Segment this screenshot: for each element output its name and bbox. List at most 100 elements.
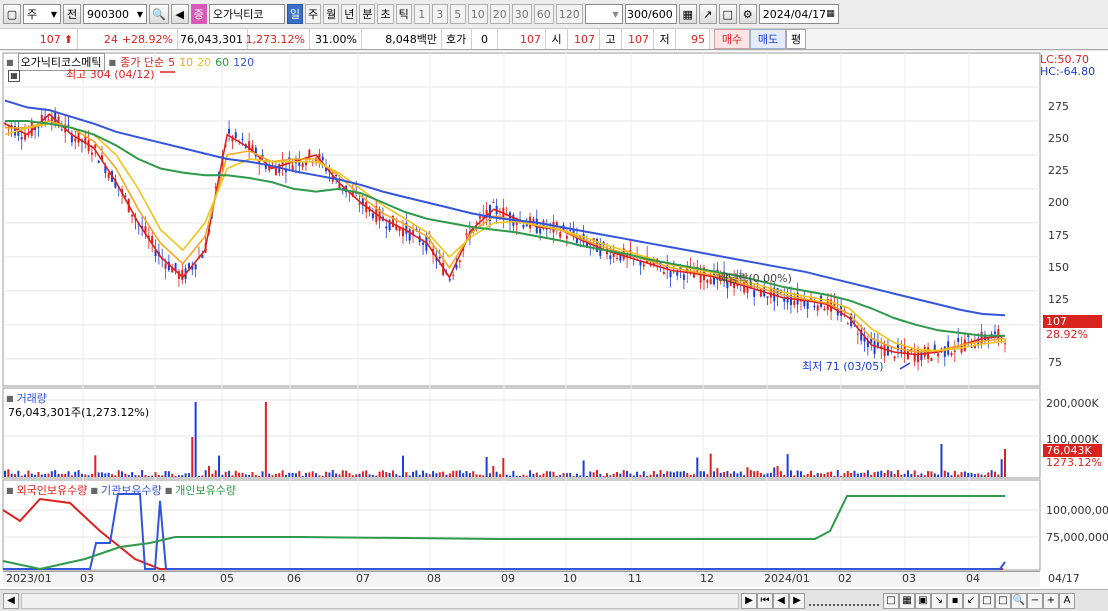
ma-legend-10[interactable]: 10 bbox=[179, 56, 193, 69]
minute-option-30[interactable]: 30 bbox=[511, 4, 532, 24]
ma-legend-60[interactable]: 60 bbox=[215, 56, 229, 69]
volume-bar bbox=[482, 475, 485, 477]
volume-bar bbox=[70, 475, 73, 477]
custom-interval-select[interactable]: ▼ bbox=[584, 4, 623, 24]
minute-option-1[interactable]: 1 bbox=[413, 4, 430, 24]
view-tool-3-icon[interactable]: ▣ bbox=[915, 592, 931, 609]
scroll-left-icon[interactable]: ◀ bbox=[3, 592, 19, 609]
prev-button[interactable]: 전 bbox=[63, 4, 81, 24]
zoom-slider[interactable] bbox=[809, 596, 879, 606]
view-tool-5-icon[interactable]: ▪ bbox=[947, 592, 963, 609]
volume-bar bbox=[10, 473, 13, 477]
chevron-down-icon: ▼ bbox=[50, 9, 57, 19]
chart-canvas[interactable] bbox=[0, 51, 1108, 589]
gear-icon[interactable]: ⚙ bbox=[738, 4, 757, 24]
window-menu-icon[interactable]: ▢ bbox=[3, 4, 21, 24]
volume-value-text: 76,043,301주(1,273.12%) bbox=[8, 406, 150, 419]
period-select[interactable]: 주 ▼ bbox=[23, 4, 61, 24]
speaker-icon[interactable]: ◀ bbox=[170, 4, 189, 24]
volume-bar bbox=[980, 474, 983, 477]
volume-bar bbox=[94, 455, 97, 477]
toggle-icon[interactable]: □ bbox=[718, 4, 737, 24]
view-tool-2-icon[interactable]: ▦ bbox=[899, 592, 915, 609]
candle-body bbox=[522, 224, 525, 228]
volume-bar bbox=[60, 473, 63, 477]
candle-body bbox=[943, 346, 946, 357]
zoom-search-icon[interactable]: 🔍 bbox=[1011, 592, 1027, 609]
timeframe-minute[interactable]: 분 bbox=[359, 4, 376, 24]
volume-bar bbox=[836, 470, 839, 477]
view-tool-6-icon[interactable]: ↙ bbox=[963, 592, 979, 609]
play-icon[interactable]: ▶ bbox=[789, 592, 805, 609]
zoom-out-icon[interactable]: − bbox=[1027, 592, 1043, 609]
date-input[interactable]: 2024/04/17 ▦ bbox=[758, 4, 839, 24]
search-icon[interactable]: 🔍 bbox=[149, 4, 169, 24]
minute-option-120[interactable]: 120 bbox=[555, 4, 583, 24]
candle-body bbox=[960, 345, 963, 353]
first-page-icon[interactable]: ⏮ bbox=[757, 592, 773, 609]
font-size-icon[interactable]: A bbox=[1059, 592, 1075, 609]
volume-bar bbox=[291, 473, 294, 477]
volume-bar bbox=[361, 471, 364, 477]
x-label-2024-01: 2024/01 bbox=[764, 572, 810, 585]
y-tick-150: 150 bbox=[1048, 261, 1069, 274]
view-tool-8-icon[interactable]: □ bbox=[995, 592, 1011, 609]
ma-legend-120[interactable]: 120 bbox=[233, 56, 254, 69]
view-tool-7-icon[interactable]: □ bbox=[979, 592, 995, 609]
up-arrow-icon: ⬆ bbox=[63, 32, 73, 46]
volume-bar bbox=[100, 472, 103, 477]
volume-bar bbox=[425, 473, 428, 477]
buy-button[interactable]: 매수 bbox=[714, 29, 750, 49]
timeframe-tick[interactable]: 틱 bbox=[395, 4, 412, 24]
timeframe-week[interactable]: 주 bbox=[304, 4, 322, 24]
grid-toggle-icon[interactable]: ▦ bbox=[8, 70, 20, 82]
eval-button[interactable]: 평 bbox=[786, 29, 806, 49]
timeframe-year[interactable]: 년 bbox=[341, 4, 358, 24]
volume-bar bbox=[271, 475, 274, 477]
legend-foreign[interactable]: 외국인보유수량 bbox=[17, 482, 88, 498]
volume-bar bbox=[642, 471, 645, 477]
volume-bar bbox=[485, 457, 488, 477]
draw-tool-icon[interactable]: ↗ bbox=[698, 4, 717, 24]
zoom-in-icon[interactable]: + bbox=[1043, 592, 1059, 609]
volume-bar bbox=[391, 470, 394, 477]
timeframe-day[interactable]: 일 bbox=[286, 4, 303, 24]
minute-option-20[interactable]: 20 bbox=[489, 4, 510, 24]
timeframe-second[interactable]: 초 bbox=[377, 4, 394, 24]
timeframe-month[interactable]: 월 bbox=[323, 4, 340, 24]
low-label: 저 bbox=[654, 29, 676, 49]
stock-code-input[interactable]: 900300 ▼ bbox=[83, 4, 147, 24]
x-label-06: 06 bbox=[287, 572, 301, 585]
volume-bar bbox=[218, 455, 221, 477]
volume-bar bbox=[823, 473, 826, 477]
ma-legend-5[interactable]: 5 bbox=[168, 56, 175, 69]
view-tool-1-icon[interactable]: □ bbox=[883, 592, 899, 609]
minute-option-10[interactable]: 10 bbox=[467, 4, 488, 24]
chart-area[interactable]: ■ 오가닉티코스메틱 ■ 종가 단순 5 10 20 60 120 ▦ 최고 3… bbox=[0, 51, 1108, 611]
volume-bar bbox=[646, 475, 649, 477]
legend-institution[interactable]: 기관보유수량 bbox=[101, 482, 162, 498]
minute-option-5[interactable]: 5 bbox=[449, 4, 466, 24]
volume-bar bbox=[462, 473, 465, 477]
volume-bar bbox=[692, 474, 695, 477]
volume-bar bbox=[639, 474, 642, 477]
sell-button[interactable]: 매도 bbox=[750, 29, 786, 49]
volume-bar bbox=[636, 471, 639, 477]
volume-bar bbox=[582, 460, 585, 477]
volume-bar bbox=[221, 474, 224, 477]
chart-type-icon[interactable]: ▦ bbox=[678, 4, 697, 24]
ma-legend-20[interactable]: 20 bbox=[197, 56, 211, 69]
candle-body bbox=[74, 138, 77, 142]
prev-page-icon[interactable]: ◀ bbox=[773, 592, 789, 609]
volume-bar bbox=[669, 471, 672, 477]
panel-bullet-icon: ■ bbox=[90, 485, 98, 495]
scroll-right-icon[interactable]: ▶ bbox=[741, 592, 757, 609]
data-count-input[interactable]: 300/600 bbox=[624, 4, 677, 24]
minute-option-60[interactable]: 60 bbox=[533, 4, 554, 24]
view-tool-4-icon[interactable]: ↘ bbox=[931, 592, 947, 609]
scroll-track[interactable] bbox=[21, 592, 739, 609]
minute-option-3[interactable]: 3 bbox=[431, 4, 448, 24]
x-label-08: 08 bbox=[427, 572, 441, 585]
toolbar: ▢ 주 ▼ 전 900300 ▼ 🔍 ◀ 증 오가닉티코 일 주 월 년 분 초 틱… bbox=[0, 0, 1108, 28]
legend-individual[interactable]: 개인보유수량 bbox=[175, 482, 236, 498]
